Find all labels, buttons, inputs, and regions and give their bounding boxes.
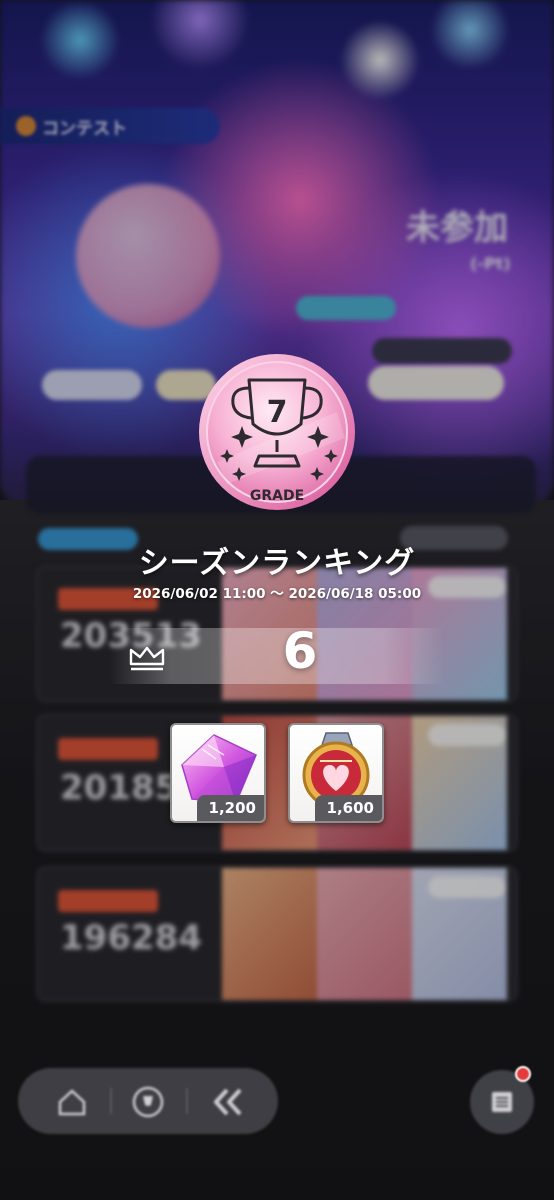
- grade-label: GRADE: [250, 488, 304, 504]
- crown-icon: [129, 646, 165, 671]
- season-ranking-title: シーズンランキング: [138, 546, 416, 581]
- reward-medal: 1,600: [288, 723, 384, 823]
- nav-separator: [186, 1088, 188, 1114]
- home-icon[interactable]: [50, 1080, 94, 1124]
- season-period: 2026/06/02 11:00 ～ 2026/06/18 05:00: [132, 586, 422, 602]
- nav-separator: [110, 1088, 112, 1114]
- grade-badge: 7 GRADE: [197, 352, 357, 512]
- notification-dot: [515, 1066, 531, 1082]
- menu-icon: [492, 1092, 512, 1112]
- rank-number: 6: [282, 622, 318, 680]
- reward-gem-count: 1,200: [196, 795, 264, 821]
- reward-medal-count: 1,600: [314, 795, 382, 821]
- reward-gem: 1,200: [170, 723, 266, 823]
- back-icon[interactable]: [206, 1080, 250, 1124]
- trophy-icon[interactable]: [126, 1080, 170, 1124]
- grade-number: 7: [267, 395, 288, 430]
